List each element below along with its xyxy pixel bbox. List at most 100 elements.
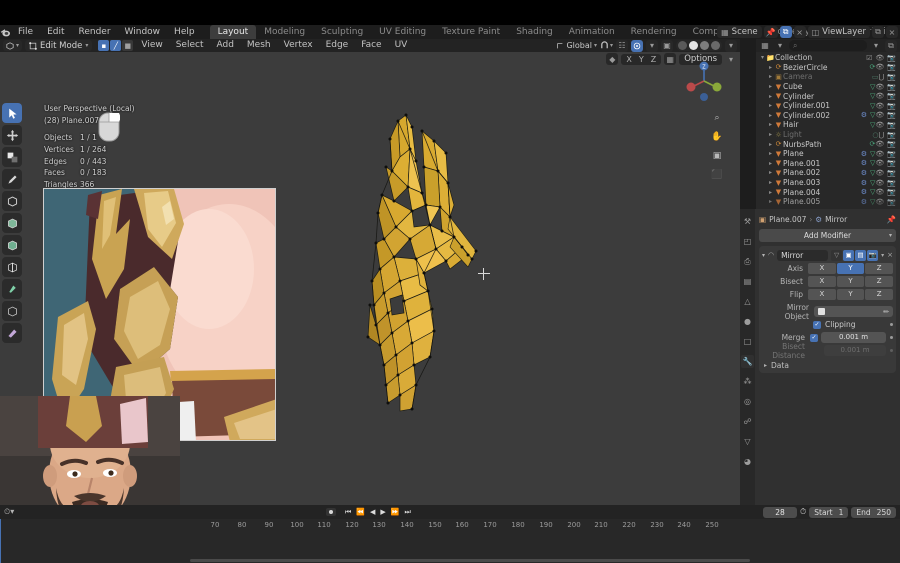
camera-data-icon[interactable]: ▭ [872, 73, 879, 81]
modifier-extras-icon[interactable]: ▾ [881, 252, 884, 259]
modifier-icon[interactable]: ⚙ [861, 188, 867, 196]
camera-render-icon[interactable]: 📷 [887, 63, 896, 71]
axis-x-button[interactable]: X [808, 263, 836, 274]
current-frame-field[interactable]: 28 [763, 507, 797, 518]
mode-selector[interactable]: Edit Mode ▾ [25, 40, 92, 51]
properties-tab-constraints[interactable]: ☍ [741, 415, 754, 428]
camera-render-icon[interactable]: 📷 [887, 140, 896, 148]
eye-icon[interactable]: 👁 [875, 121, 884, 129]
snap-toggle[interactable]: ▾ [600, 41, 613, 50]
eye-icon[interactable]: ⋃ [879, 73, 885, 81]
properties-tab-particles[interactable]: ⁂ [741, 375, 754, 388]
jump-to-end-button[interactable]: ⏭ [405, 508, 411, 517]
proportional-edit-toggle[interactable] [631, 40, 643, 52]
modifier-icon[interactable]: ⚙ [861, 111, 867, 119]
outliner-row-camera[interactable]: ▸ ▣ Camera ▭ ⋃📷 [756, 72, 900, 82]
eye-icon[interactable]: 👁 [875, 92, 884, 100]
eyedropper-icon[interactable]: ✏ [883, 308, 889, 316]
eye-icon[interactable]: 👁 [875, 111, 884, 119]
flip-z-button[interactable]: Z [865, 289, 893, 300]
mirror-axis-group[interactable]: X Y Z [621, 54, 661, 65]
outliner-row-plane-003[interactable]: ▸ ▼ Plane.003 ⚙ ▽ 👁📷 [756, 178, 900, 188]
jump-to-prev-keyframe-button[interactable]: ⏪ [356, 508, 365, 516]
menu-edit[interactable]: Edit [40, 25, 71, 39]
add-modifier-button[interactable]: Add Modifier ▾ [759, 229, 896, 242]
close-icon[interactable]: × [887, 251, 893, 259]
viewport-menu-add[interactable]: Add [211, 39, 238, 52]
modifier-icon[interactable]: ⚙ [861, 179, 867, 187]
viewport-menu-face[interactable]: Face [356, 39, 386, 52]
timeline-editor[interactable]: ⏲▾ ⏮ ⏪ ◀ ▶ ⏩ ⏭ 28 ⏱ Start 1 End 250 [0, 505, 900, 563]
camera-render-icon[interactable]: 📷 [887, 198, 896, 206]
viewlayer-selector[interactable]: ◫ ViewLayer [808, 26, 870, 38]
expand-arrow-icon[interactable]: ▸ [767, 64, 774, 71]
workspace-tab-modeling[interactable]: Modeling [256, 25, 313, 39]
outliner-row-light[interactable]: ▸ ☼ Light ○ ⋃📷 [756, 130, 900, 140]
outliner-row-beziercircle[interactable]: ▸ ⟳ BezierCircle ⟳ 👁📷 [756, 63, 900, 73]
tool-bevel[interactable] [2, 235, 22, 255]
camera-render-icon[interactable]: 📷 [887, 54, 896, 62]
eye-icon[interactable]: 👁 [875, 140, 884, 148]
edit-mode-display-toggle[interactable]: ▣ [843, 250, 854, 261]
start-frame-value[interactable]: 1 [839, 508, 844, 517]
workspace-tab-layout[interactable]: Layout [210, 25, 257, 39]
flip-y-button[interactable]: Y [837, 289, 865, 300]
eye-icon[interactable]: 👁 [875, 63, 884, 71]
modifier-icon[interactable]: ⚙ [861, 150, 867, 158]
clock-icon[interactable]: ⏱ [800, 507, 806, 517]
proportional-falloff-button[interactable]: ▾ [646, 40, 658, 52]
camera-render-icon[interactable]: 📷 [887, 169, 896, 177]
shading-solid-button[interactable] [689, 41, 698, 50]
outliner-row-plane-004[interactable]: ▸ ▼ Plane.004 ⚙ ▽ 👁📷 [756, 187, 900, 197]
properties-tab-view-layer[interactable]: ▤ [741, 275, 754, 288]
navigation-gizmo[interactable]: Z [680, 57, 728, 105]
expand-arrow-icon[interactable]: ▸ [767, 198, 774, 205]
move-view-icon[interactable]: ✋ [710, 130, 724, 144]
merge-checkbox[interactable]: ✓ [810, 334, 818, 342]
outliner-row-hair[interactable]: ▸ ▼ Hair ▽ 👁📷 [756, 120, 900, 130]
tool-loop-cut[interactable] [2, 257, 22, 277]
timeline-playhead[interactable] [0, 519, 1, 563]
merge-animate-dot[interactable] [890, 336, 893, 339]
play-button[interactable]: ▶ [380, 508, 385, 516]
camera-render-icon[interactable]: 📷 [887, 179, 896, 187]
camera-render-icon[interactable]: 📷 [887, 121, 896, 129]
new-viewlayer-button[interactable]: ⧉ [872, 26, 884, 38]
properties-tab-world[interactable]: ● [741, 315, 754, 328]
expand-arrow-icon[interactable]: ▸ [767, 93, 774, 100]
properties-tab-tool[interactable]: ⚒ [741, 215, 754, 228]
data-subpanel[interactable]: ▸ Data [762, 361, 893, 370]
scene-selector[interactable]: ▦ Scene [717, 26, 761, 38]
eye-icon[interactable]: 👁 [875, 83, 884, 91]
bisect-x-button[interactable]: X [808, 276, 836, 287]
xray-toggle[interactable]: ▣ [661, 40, 673, 52]
vertex-select-button[interactable]: ▪ [98, 40, 109, 51]
expand-arrow-icon[interactable]: ▸ [767, 112, 774, 119]
eye-icon[interactable]: 👁 [875, 54, 884, 62]
transform-orientation-selector[interactable]: Global ▾ [556, 41, 597, 50]
camera-render-icon[interactable]: 📷 [887, 150, 896, 158]
face-select-button[interactable]: ■ [122, 40, 133, 51]
tool-inset-faces[interactable] [2, 213, 22, 233]
properties-tab-output[interactable]: ⎙ [741, 255, 754, 268]
expand-arrow-icon[interactable]: ▸ [767, 169, 774, 176]
outliner-row-cylinder-001[interactable]: ▸ ▼ Cylinder.001 ▽ 👁📷 [756, 101, 900, 111]
expand-arrow-icon[interactable]: ▸ [767, 189, 774, 196]
edge-select-button[interactable]: ╱ [110, 40, 121, 51]
menu-help[interactable]: Help [167, 25, 202, 39]
zoom-view-icon[interactable]: ⌕ [710, 111, 724, 125]
properties-tab-scene[interactable]: △ [741, 295, 754, 308]
outliner-row-plane[interactable]: ▸ ▼ Plane ⚙ ▽ 👁📷 [756, 149, 900, 159]
menu-window[interactable]: Window [118, 25, 168, 39]
eye-icon[interactable]: ⋃ [879, 131, 885, 139]
flip-x-button[interactable]: X [808, 289, 836, 300]
timeline-ruler[interactable]: 70 80 90 100 110 120 130 140 150 160 170… [0, 519, 900, 533]
expand-arrow-icon[interactable]: ▸ [767, 160, 774, 167]
chevron-down-icon[interactable]: ▾ [762, 252, 765, 259]
outliner-display-mode-icon[interactable]: ▾ [774, 40, 786, 52]
eye-icon[interactable]: 👁 [875, 169, 884, 177]
eye-icon[interactable]: 👁 [875, 159, 884, 167]
new-scene-button[interactable]: ⧉ [780, 26, 792, 38]
camera-render-icon[interactable]: 📷 [887, 83, 896, 91]
expand-arrow-icon[interactable]: ▸ [767, 179, 774, 186]
